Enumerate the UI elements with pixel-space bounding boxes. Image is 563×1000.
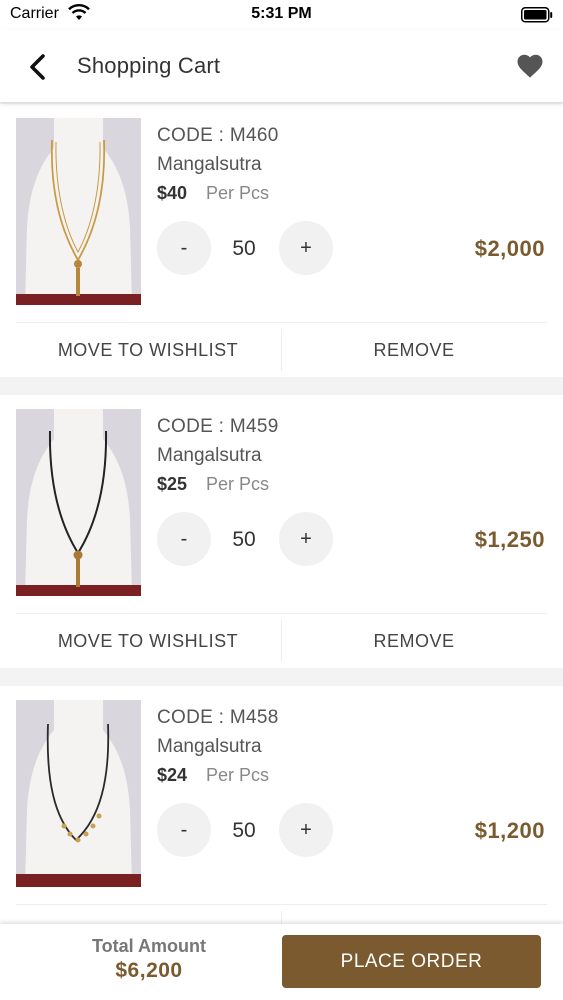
product-code: CODE : M460 xyxy=(157,125,279,146)
necklace-photo xyxy=(16,700,141,887)
product-code: CODE : M459 xyxy=(157,416,279,437)
line-total: $2,000 xyxy=(474,236,545,261)
quantity-value: 50 xyxy=(232,528,256,551)
remove-button[interactable]: REMOVE xyxy=(282,905,546,924)
increase-quantity-button[interactable]: + xyxy=(279,803,333,857)
total-amount-value: $6,200 xyxy=(115,959,183,982)
product-name: Mangalsutra xyxy=(157,736,262,757)
product-code: CODE : M458 xyxy=(157,707,279,728)
increase-quantity-button[interactable]: + xyxy=(279,512,333,566)
checkout-footer: Total Amount $6,200 PLACE ORDER xyxy=(0,924,563,1000)
decrease-quantity-button[interactable]: - xyxy=(157,512,211,566)
product-unit: Per Pcs xyxy=(206,183,270,203)
line-total: $1,250 xyxy=(474,527,545,552)
page-title: Shopping Cart xyxy=(77,53,221,78)
product-image[interactable] xyxy=(16,700,141,887)
chevron-left-icon xyxy=(30,54,45,80)
line-total: $1,200 xyxy=(474,818,545,843)
increase-quantity-button[interactable]: + xyxy=(279,221,333,275)
product-unit: Per Pcs xyxy=(206,765,270,785)
status-time: 5:31 PM xyxy=(251,5,312,22)
decrease-quantity-button[interactable]: - xyxy=(157,221,211,275)
necklace-photo xyxy=(16,118,141,305)
move-to-wishlist-button[interactable]: MOVE TO WISHLIST xyxy=(16,323,280,377)
product-name: Mangalsutra xyxy=(157,445,262,466)
quantity-value: 50 xyxy=(232,237,256,260)
total-amount-label: Total Amount xyxy=(92,936,206,956)
heart-icon xyxy=(517,54,543,78)
product-price: $40 xyxy=(157,183,188,203)
move-to-wishlist-button[interactable]: MOVE TO WISHLIST xyxy=(16,905,280,924)
quantity-value: 50 xyxy=(232,819,256,842)
product-image[interactable] xyxy=(16,409,141,596)
remove-button[interactable]: REMOVE xyxy=(282,614,546,668)
decrease-quantity-button[interactable]: - xyxy=(157,803,211,857)
cart-list[interactable]: CODE : M460 Mangalsutra $40 Per Pcs - 50… xyxy=(0,104,563,924)
battery-icon xyxy=(521,7,553,23)
navigation-bar: Shopping Cart xyxy=(0,30,563,102)
product-price: $24 xyxy=(157,765,188,785)
remove-button[interactable]: REMOVE xyxy=(282,323,546,377)
necklace-photo xyxy=(16,409,141,596)
status-bar: Carrier 5:31 PM xyxy=(0,0,563,30)
product-image[interactable] xyxy=(16,118,141,305)
cart-item: CODE : M459 Mangalsutra $25 Per Pcs - 50… xyxy=(0,395,563,668)
cart-item: CODE : M458 Mangalsutra $24 Per Pcs - 50… xyxy=(0,686,563,924)
product-price: $25 xyxy=(157,474,188,494)
move-to-wishlist-button[interactable]: MOVE TO WISHLIST xyxy=(16,614,280,668)
back-button[interactable] xyxy=(22,50,56,84)
product-unit: Per Pcs xyxy=(206,474,270,494)
wishlist-button[interactable] xyxy=(515,51,545,81)
place-order-button[interactable]: PLACE ORDER xyxy=(282,935,541,988)
cart-item: CODE : M460 Mangalsutra $40 Per Pcs - 50… xyxy=(0,104,563,377)
product-name: Mangalsutra xyxy=(157,154,262,175)
